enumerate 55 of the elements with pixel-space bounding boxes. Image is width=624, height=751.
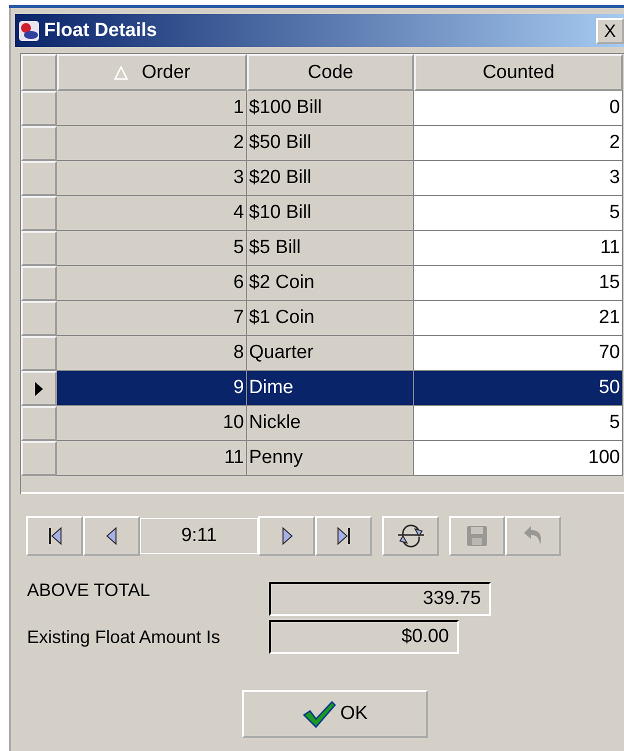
table-cell[interactable]: 11: [414, 231, 623, 266]
column-header[interactable]: Counted: [414, 54, 623, 91]
table-cell[interactable]: 21: [414, 301, 623, 336]
table-cell[interactable]: 2: [414, 126, 623, 161]
column-header[interactable]: Code: [247, 54, 414, 91]
amount-field: 339.75: [269, 582, 491, 616]
table-cell: 4: [57, 196, 247, 231]
table-cell: 7: [57, 301, 247, 336]
last-record-button[interactable]: [315, 516, 372, 556]
table-cell: Nickle: [247, 406, 414, 441]
record-position: 9:11: [140, 518, 258, 554]
table-cell[interactable]: 15: [414, 266, 623, 301]
table-cell: $1 Coin: [247, 301, 414, 336]
field-label: Existing Float Amount Is: [27, 626, 222, 648]
left-triangle-icon: [104, 526, 118, 546]
skip-to-end-icon: [334, 526, 352, 546]
table-cell[interactable]: 3: [414, 161, 623, 196]
ok-button[interactable]: OK: [242, 690, 428, 738]
right-triangle-icon: [280, 526, 294, 546]
table-cell: $20 Bill: [247, 161, 414, 196]
table-cell: 6: [57, 266, 247, 301]
table-cell[interactable]: 0: [414, 91, 623, 126]
table-cell: 3: [57, 161, 247, 196]
table-cell: $100 Bill: [247, 91, 414, 126]
table-cell: 2: [57, 126, 247, 161]
table-cell: Penny: [247, 441, 414, 476]
table-cell: 9: [57, 371, 247, 406]
table-cell[interactable]: 5: [414, 196, 623, 231]
table-cell: 8: [57, 336, 247, 371]
table-cell: Dime: [247, 371, 414, 406]
table-cell[interactable]: 50: [414, 371, 623, 406]
table-cell[interactable]: 100: [414, 441, 623, 476]
table-cell: $2 Coin: [247, 266, 414, 301]
table-cell[interactable]: 5: [414, 406, 623, 441]
current-row-icon: [34, 382, 44, 396]
close-button[interactable]: X: [596, 18, 624, 44]
table-cell[interactable]: 70: [414, 336, 623, 371]
table-cell: $10 Bill: [247, 196, 414, 231]
column-header[interactable]: Order: [57, 54, 247, 91]
app-icon: [18, 20, 40, 42]
table-cell: $5 Bill: [247, 231, 414, 266]
corner-header: [21, 54, 57, 91]
field-label: ABOVE TOTAL: [27, 580, 152, 601]
window-title: Float Details: [44, 20, 157, 42]
first-record-button[interactable]: [26, 516, 83, 556]
table-cell: 1: [57, 91, 247, 126]
row-header[interactable]: [21, 371, 57, 406]
refresh-button[interactable]: [382, 516, 439, 556]
amount-field: $0.00: [269, 620, 459, 654]
table-cell: 10: [57, 406, 247, 441]
checkmark-icon: [302, 700, 336, 728]
table-cell: 5: [57, 231, 247, 266]
table-cell: Quarter: [247, 336, 414, 371]
table-cell: $50 Bill: [247, 126, 414, 161]
table-cell: 11: [57, 441, 247, 476]
